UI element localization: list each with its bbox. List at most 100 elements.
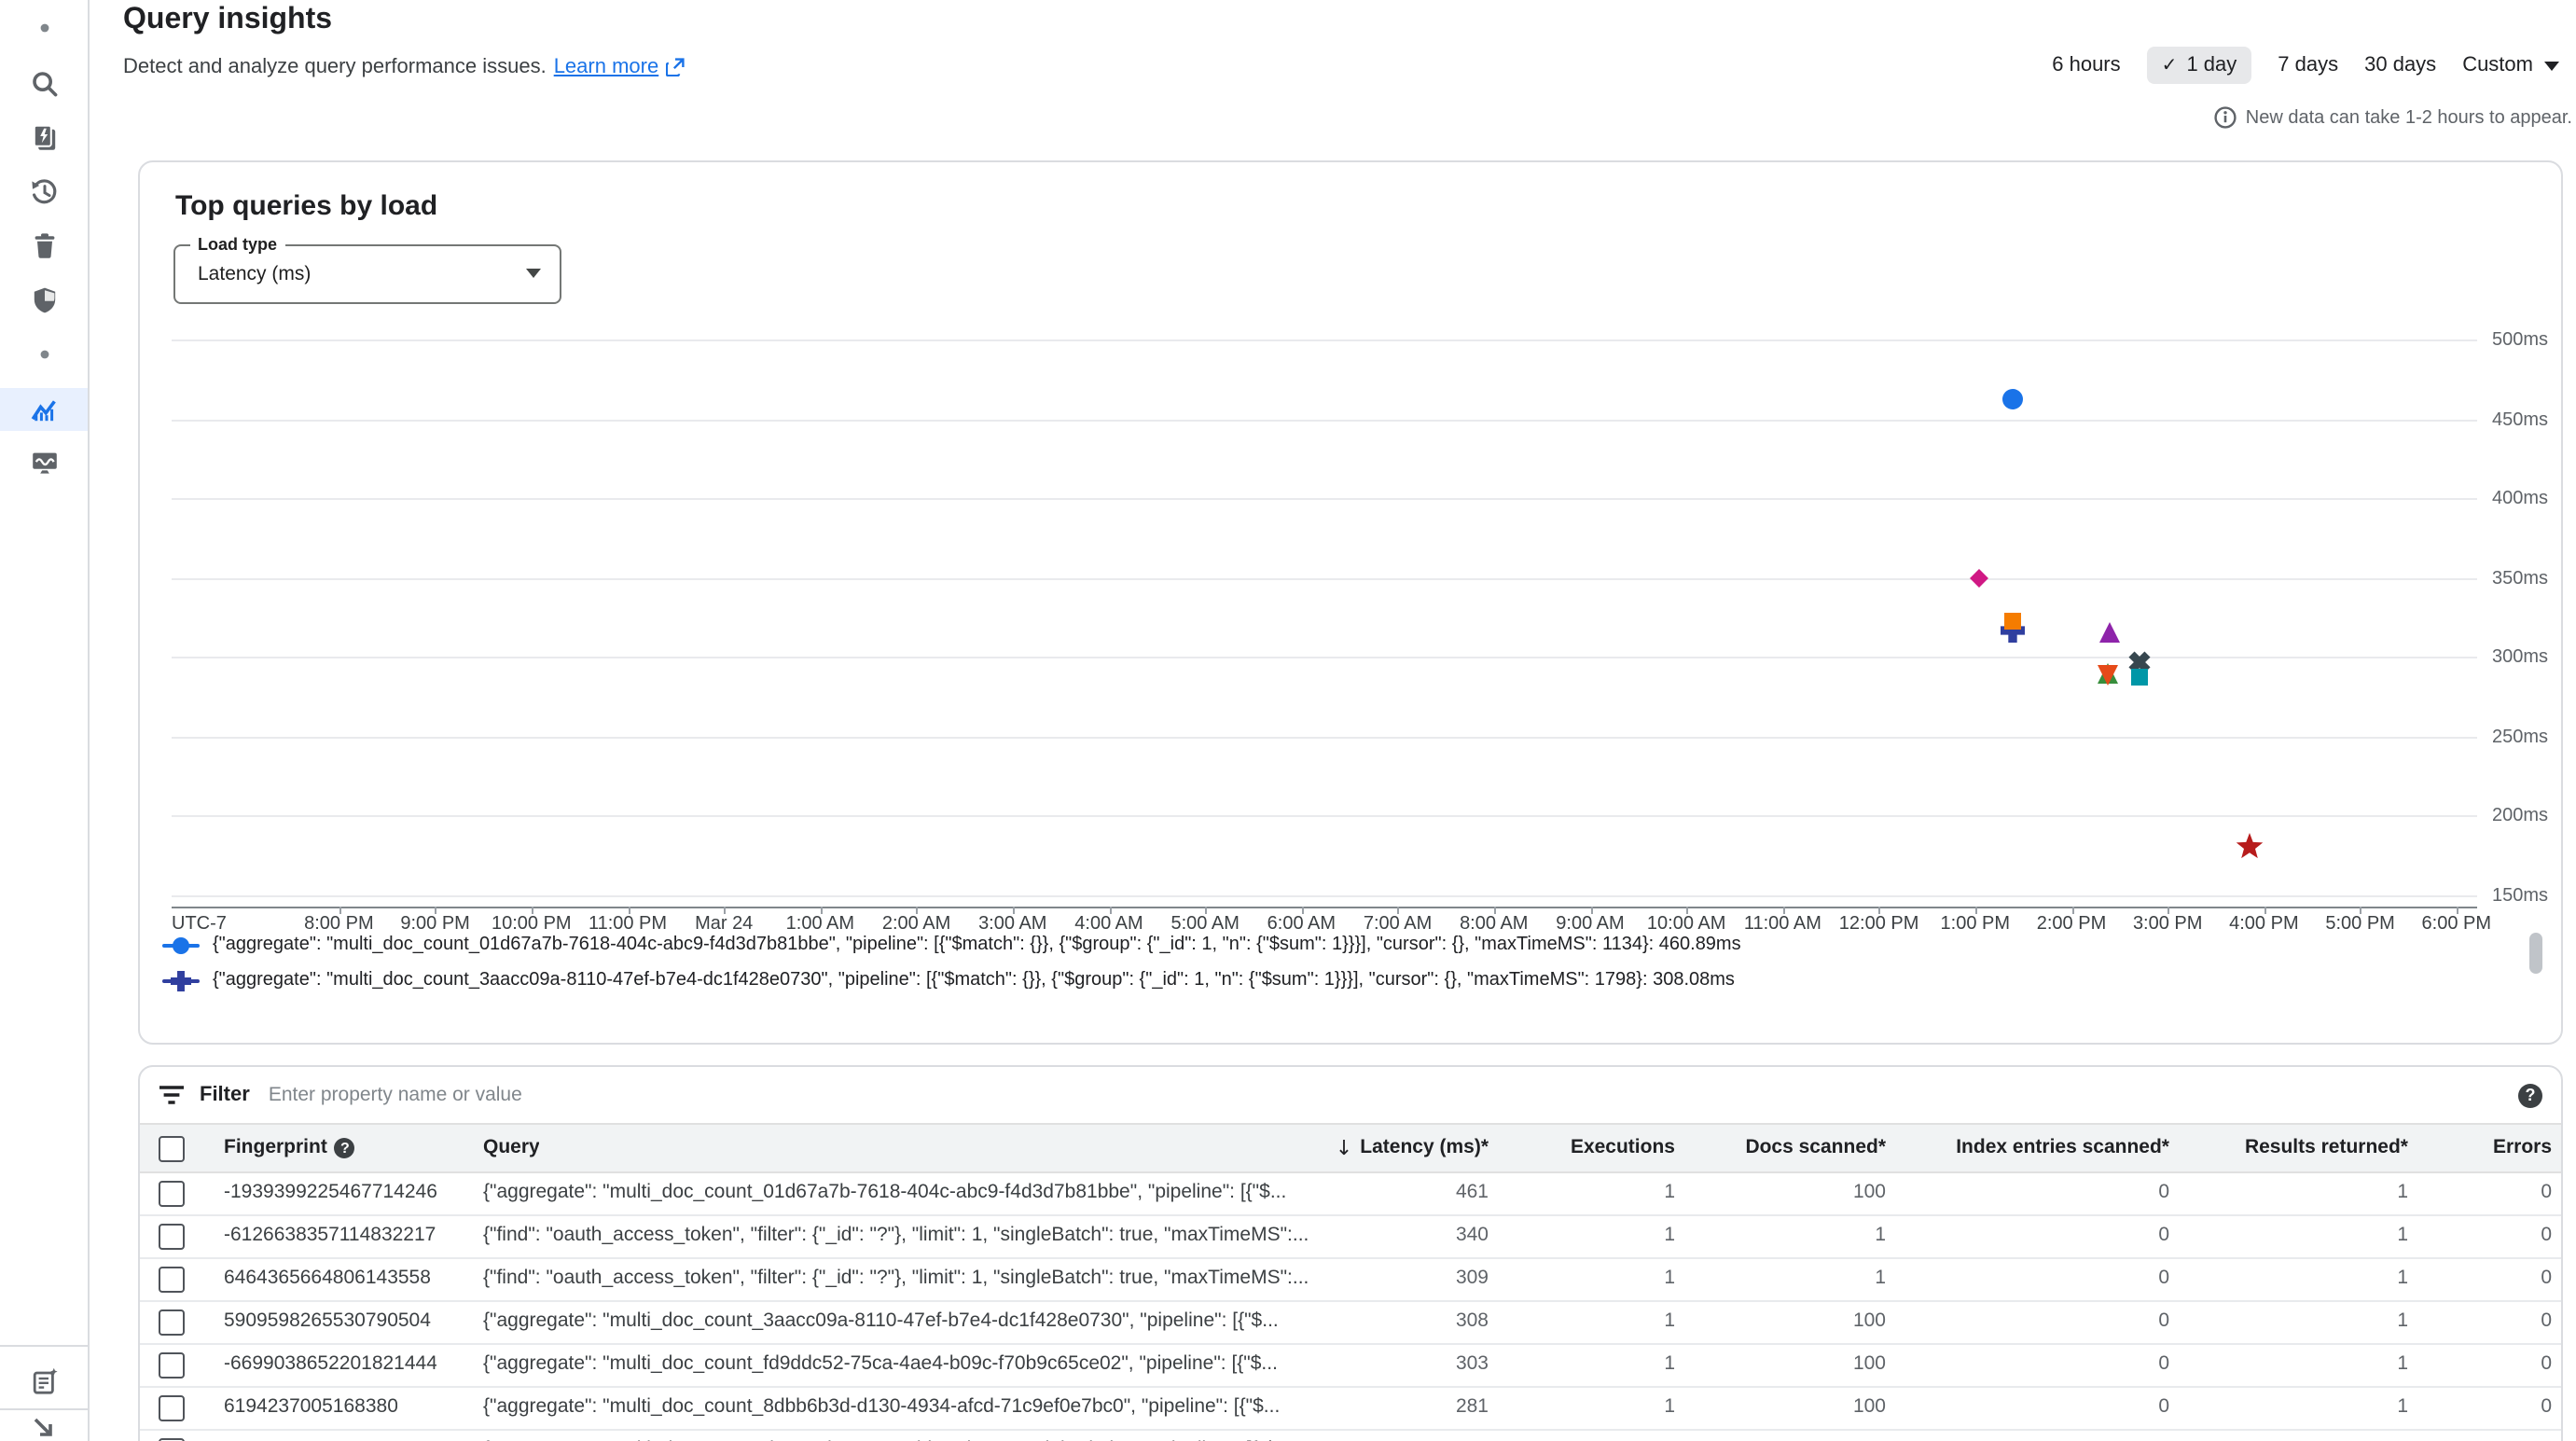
sidebar-item-dot-top[interactable]	[0, 6, 88, 50]
cell-results_returned: 1	[2397, 1214, 2408, 1257]
external-link-icon	[666, 58, 685, 76]
legend-scrollbar[interactable]	[2529, 933, 2542, 974]
sidebar-item-dot-mid[interactable]	[0, 332, 88, 377]
sidebar-item-query-pages[interactable]	[0, 116, 88, 160]
sidebar-item-expand[interactable]	[0, 1418, 88, 1441]
filter-icon	[159, 1082, 185, 1108]
x-axis-tick	[1975, 907, 1977, 914]
cell-docs_scanned: 100	[1853, 1343, 1886, 1386]
x-axis-tick	[1686, 907, 1688, 914]
cell-executions: 1	[1664, 1429, 1675, 1441]
load-type-select[interactable]: Load type Latency (ms)	[173, 244, 561, 304]
query-insights-icon	[29, 395, 59, 424]
table-row[interactable]: -8295002236194316765{"aggregate": "multi…	[140, 1429, 2561, 1441]
time-range-30-days[interactable]: 30 days	[2364, 54, 2436, 76]
cell-docs_scanned: 100	[1853, 1386, 1886, 1429]
chart-point-square[interactable]	[2002, 613, 2021, 631]
table-row[interactable]: 6464365664806143558{"find": "oauth_acces…	[140, 1257, 2561, 1302]
filter-label: Filter	[200, 1084, 250, 1106]
row-checkbox[interactable]	[159, 1394, 185, 1420]
chart-point-diamond[interactable]	[1969, 567, 1989, 588]
filter-input[interactable]	[265, 1082, 2503, 1108]
chart-point-triangle-down[interactable]	[2096, 664, 2118, 686]
row-checkbox[interactable]	[159, 1223, 185, 1249]
x-axis-tick	[1782, 907, 1784, 914]
time-range-label: 1 day	[2186, 54, 2237, 76]
row-checkbox[interactable]	[159, 1437, 185, 1441]
row-checkbox[interactable]	[159, 1351, 185, 1378]
custom-label: Custom	[2462, 54, 2533, 76]
cell-results_returned: 1	[2397, 1257, 2408, 1300]
pages-flash-icon	[29, 123, 59, 153]
y-axis-tick-label: 350ms	[2492, 568, 2570, 589]
row-checkbox[interactable]	[159, 1309, 185, 1335]
legend-item[interactable]: {"aggregate": "multi_doc_count_01d67a7b-…	[162, 927, 2516, 963]
cell-results_returned: 1	[2397, 1300, 2408, 1343]
chart-point-triangle-up[interactable]	[2098, 622, 2120, 644]
cell-query: {"find": "oauth_access_token", "filter":…	[483, 1257, 1416, 1300]
row-checkbox[interactable]	[159, 1266, 185, 1292]
chart-point-star[interactable]	[2237, 833, 2264, 861]
cell-docs_scanned: 100	[1853, 1171, 1886, 1214]
sidebar-divider	[0, 1408, 88, 1410]
x-axis-tick	[436, 907, 437, 914]
table-row[interactable]: 6194237005168380{"aggregate": "multi_doc…	[140, 1386, 2561, 1431]
column-header-executions[interactable]: Executions	[1571, 1125, 1675, 1171]
time-range-6-hours[interactable]: 6 hours	[2052, 54, 2120, 76]
cell-results_returned: 1	[2397, 1171, 2408, 1214]
time-range-1-day[interactable]: ✓1 day	[2147, 47, 2252, 84]
cell-errors: 0	[2541, 1386, 2552, 1429]
chart-point-square[interactable]	[2129, 668, 2148, 686]
history-icon	[29, 177, 59, 207]
x-axis-tick	[1301, 907, 1303, 914]
time-range-group: 6 hours ✓1 day 7 days 30 days Custom	[2052, 47, 2559, 84]
cell-results_returned: 1	[2397, 1343, 2408, 1386]
column-header-errors[interactable]: Errors	[2493, 1125, 2552, 1171]
y-axis-tick-label: 200ms	[2492, 806, 2570, 826]
time-range-custom[interactable]: Custom	[2462, 54, 2559, 76]
sidebar-item-trash[interactable]	[0, 224, 88, 269]
dot-icon	[38, 349, 49, 360]
x-axis-tick	[1494, 907, 1496, 914]
x-axis-tick	[2457, 907, 2458, 914]
sidebar-item-history[interactable]	[0, 170, 88, 215]
sidebar-item-security[interactable]	[0, 278, 88, 323]
cell-index_entries_scanned: 0	[2158, 1257, 2169, 1300]
sidebar-item-system-insights[interactable]	[0, 440, 88, 485]
y-axis-tick-label: 250ms	[2492, 727, 2570, 747]
column-label: Docs scanned*	[1745, 1125, 1886, 1171]
column-label: Errors	[2493, 1125, 2552, 1171]
table-row[interactable]: -1939399225467714246{"aggregate": "multi…	[140, 1171, 2561, 1216]
column-header-index_entries_scanned[interactable]: Index entries scanned*	[1956, 1125, 2169, 1171]
sidebar-item-release-notes[interactable]	[0, 1360, 88, 1405]
time-range-7-days[interactable]: 7 days	[2278, 54, 2338, 76]
dot-icon	[38, 22, 49, 34]
column-header-query[interactable]: Query	[483, 1125, 540, 1171]
sidebar-item-search[interactable]	[0, 62, 88, 106]
gridline	[172, 577, 2477, 579]
cell-errors: 0	[2541, 1343, 2552, 1386]
cell-fingerprint: -6126638357114832217	[224, 1214, 436, 1257]
x-axis-tick	[917, 907, 919, 914]
column-header-latency[interactable]: ↓Latency (ms)*	[1336, 1125, 1489, 1171]
fingerprint-help-icon[interactable]: ?	[335, 1138, 355, 1158]
column-header-fingerprint[interactable]: Fingerprint?	[224, 1125, 355, 1171]
x-axis-tick	[1879, 907, 1881, 914]
cell-errors: 0	[2541, 1257, 2552, 1300]
table-row[interactable]: -6699038652201821444{"aggregate": "multi…	[140, 1343, 2561, 1388]
learn-more-link[interactable]: Learn more	[554, 56, 659, 78]
table-header: Fingerprint? Query ↓Latency (ms)* Execution…	[140, 1123, 2561, 1173]
table-row[interactable]: -6126638357114832217{"find": "oauth_acce…	[140, 1214, 2561, 1259]
chart-point-circle[interactable]	[2001, 390, 2022, 410]
table-help-icon[interactable]: ?	[2518, 1083, 2542, 1107]
sidebar-item-query-insights[interactable]	[0, 388, 88, 431]
column-header-docs_scanned[interactable]: Docs scanned*	[1745, 1125, 1886, 1171]
legend-item[interactable]: {"aggregate": "multi_doc_count_3aacc09a-…	[162, 963, 2516, 998]
info-icon	[2214, 106, 2237, 129]
table-row[interactable]: 5909598265530790504{"aggregate": "multi_…	[140, 1300, 2561, 1345]
cell-latency: 274	[1456, 1429, 1489, 1441]
select-all-checkbox[interactable]	[159, 1135, 185, 1161]
row-checkbox[interactable]	[159, 1180, 185, 1206]
cell-latency: 303	[1456, 1343, 1489, 1386]
column-header-results_returned[interactable]: Results returned*	[2245, 1125, 2408, 1171]
